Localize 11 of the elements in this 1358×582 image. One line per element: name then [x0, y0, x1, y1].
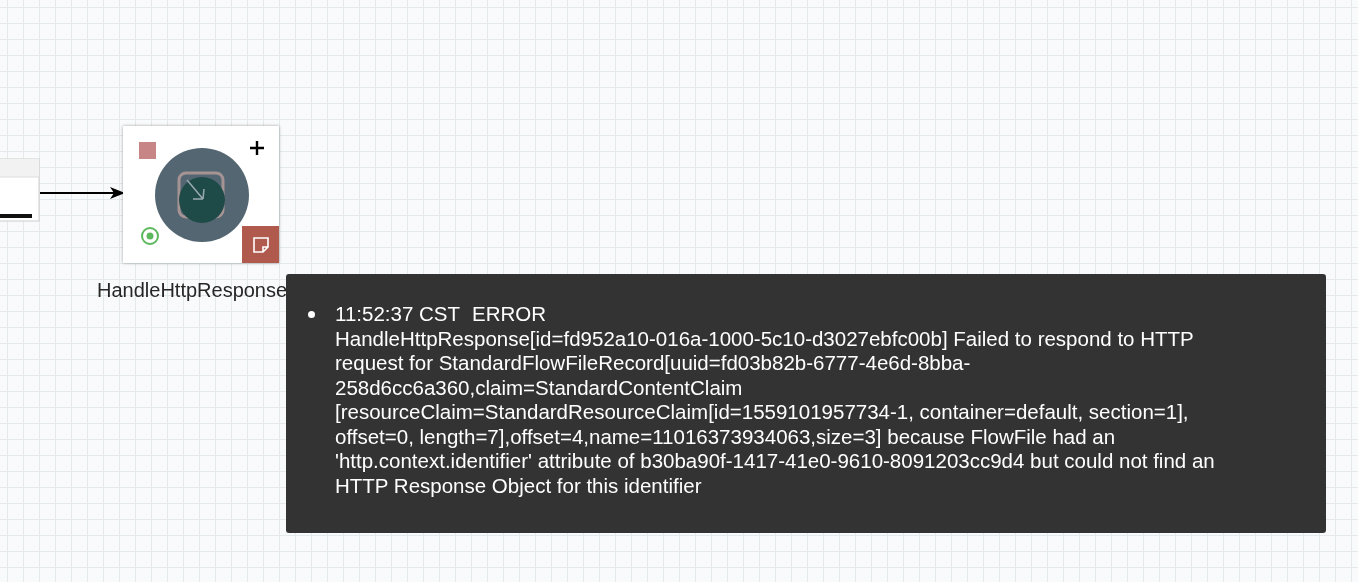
processor-icon [155, 148, 249, 242]
target-icon [140, 226, 160, 246]
processor-node[interactable] [123, 126, 279, 263]
bulletin-severity: ERROR [472, 302, 547, 327]
note-icon [251, 235, 270, 254]
bulletin-message: HandleHttpResponse[id=fd952a10-016a-1000-5c10-d3027ebfc00b] Failed to respond to HTTP request for StandardFlowFileRecord[uuid=fd03b82b-6777-4e6d-8bba-258d6cc6a360,claim=StandardContentClaim [resourceClaim=StandardResourceClaim[id=1559101957734-1, container=default, section=1], offset=0, length=7],offset=4,name=11016373934063,size=3] because FlowFile had an 'http.context.identifier' attribute of b30ba90f-1417-41e0-9610-8091203cc9d4 but could not find an HTTP Response Object for this identifier [335, 326, 1216, 498]
bullet-icon [308, 311, 315, 318]
processor-name: HandleHttpResponse [97, 279, 288, 302]
bulletin-time: 11:52:37 CST [335, 302, 460, 327]
plus-icon [249, 140, 265, 156]
bulletin-indicator[interactable] [242, 226, 279, 263]
